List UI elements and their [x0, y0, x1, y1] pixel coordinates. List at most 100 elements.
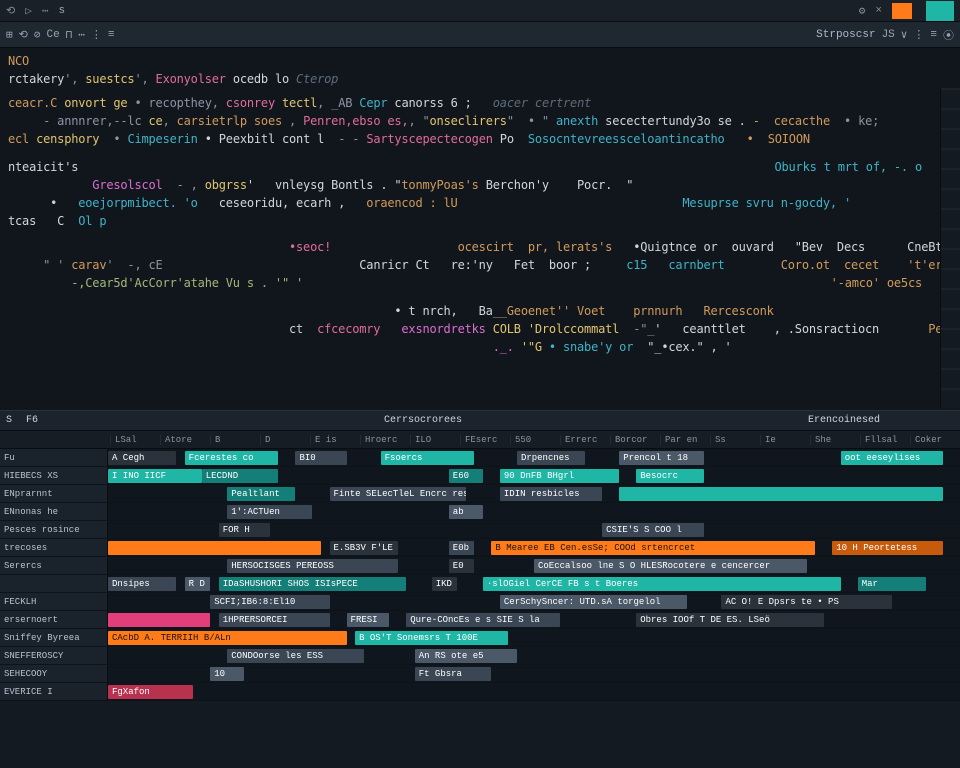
menu-icon[interactable]: ≡ [108, 29, 115, 41]
timeline-bar[interactable]: oot eeseylises [841, 451, 943, 465]
chevron-down-icon[interactable]: ∨ [901, 28, 908, 42]
record-icon[interactable]: ⦿ [943, 27, 954, 43]
timeline-bar[interactable]: Finte SELecTleL Encrc res [330, 487, 466, 501]
timeline-track[interactable]: HERSOCISGES PEREOSS E0 CoEccalsoo lne S O … [108, 557, 960, 574]
timeline-header-s[interactable]: S [6, 415, 12, 426]
timeline-bar[interactable] [108, 541, 321, 555]
timeline-track[interactable]: Dnsipes R D IDaSHUSHORI SHOS ISIsPECE IKD ·s… [108, 575, 960, 592]
timeline-bar[interactable]: CSIE'S S COO l [602, 523, 704, 537]
timeline-row-label[interactable]: HIEBECS XS [0, 467, 108, 484]
timeline-bar[interactable]: ·slOGiel CerCE FB s t Boeres [483, 577, 841, 591]
timeline-bar[interactable]: IDIN resbicles [500, 487, 602, 501]
timeline-header-f[interactable]: F6 [26, 415, 38, 426]
hdots-icon[interactable]: ⋯ [78, 28, 85, 42]
timeline-row-label[interactable]: ersernoert [0, 611, 108, 628]
timeline-bar[interactable]: IKD [432, 577, 458, 591]
timeline-bar[interactable]: B OS'T Sonemsrs T 100E [355, 631, 508, 645]
timeline-bar[interactable]: An RS ote e5 [415, 649, 517, 663]
timeline-bar[interactable]: Prencol t 18 [619, 451, 704, 465]
timeline-track[interactable]: CAcbD A. TERRIIH B/ALn B OS'T Sonemsrs T … [108, 629, 960, 646]
timeline-row-label[interactable]: FECKLH [0, 593, 108, 610]
timeline-bar[interactable]: E0 [449, 559, 475, 573]
timeline-bar[interactable]: Mar [858, 577, 926, 591]
timeline-bar[interactable]: 10 H Peortetess [832, 541, 943, 555]
timeline-bar[interactable]: 10 [210, 667, 244, 681]
timeline-track[interactable]: 10 Ft Gbsra [108, 665, 960, 682]
refresh-icon[interactable]: ⟲ [6, 4, 15, 18]
timeline-bar[interactable]: FRESI [347, 613, 390, 627]
timeline-row-label[interactable]: Serercs [0, 557, 108, 574]
timeline-bar[interactable]: E.SB3V F'LE [330, 541, 398, 555]
timeline-bar[interactable]: E0b [449, 541, 475, 555]
language-badge[interactable]: JS [882, 29, 895, 41]
timeline-row-label[interactable]: SEHECOOY [0, 665, 108, 682]
reload-icon[interactable]: ⟲ [19, 28, 28, 42]
timeline-row-label[interactable]: ENprarnnt [0, 485, 108, 502]
timeline-track[interactable]: E.SB3V F'LE E0b B Mearee EB Cen.esSe; COOd… [108, 539, 960, 556]
timeline-row-label[interactable]: trecoses [0, 539, 108, 556]
timeline-row-label[interactable]: Fu [0, 449, 108, 466]
timeline-track[interactable]: SCFI;IB6:8:El10 CerSchySncer: UTD.sA torg… [108, 593, 960, 610]
timeline-bar[interactable] [108, 613, 210, 627]
timeline-bar[interactable]: FOR H [219, 523, 270, 537]
timeline-bar[interactable]: CAcbD A. TERRIIH B/ALn [108, 631, 347, 645]
kebab-icon[interactable]: ⋮ [913, 28, 924, 42]
timeline-bar[interactable]: IDaSHUSHORI SHOS ISIsPECE [219, 577, 406, 591]
timeline-bar[interactable]: AC O! E Dpsrs te • PS [721, 595, 891, 609]
timeline-bar[interactable]: HERSOCISGES PEREOSS [227, 559, 397, 573]
timeline-bar[interactable]: SCFI;IB6:8:El10 [210, 595, 329, 609]
code-editor[interactable]: NCO rctakery', suestcs', Exonyolser oced… [0, 48, 960, 410]
timeline-bar[interactable]: Besocrc [636, 469, 704, 483]
timeline-body[interactable]: FuA CeghFcerestes coBI0FsoercsDrpencnesP… [0, 449, 960, 768]
timeline-bar[interactable]: LECDND [202, 469, 279, 483]
timeline-ruler[interactable]: LSalAtoreBDE isHroercILOFEserc550ErrercB… [0, 431, 960, 449]
close-icon[interactable]: × [875, 5, 882, 17]
timeline-track[interactable]: 1':ACTUen ab [108, 503, 960, 520]
timeline-row-label[interactable]: Sniffey Byreea [0, 629, 108, 646]
play-icon[interactable]: ▷ [25, 4, 32, 18]
timeline-bar[interactable]: B Mearee EB Cen.esSe; COOd srtencrcet [491, 541, 815, 555]
timeline-bar[interactable]: Pealtlant [227, 487, 295, 501]
timeline-bar[interactable]: Obres IOOf T DE ES. LSeö [636, 613, 823, 627]
timeline-row-label[interactable]: SNEFFEROSCY [0, 647, 108, 664]
block-icon[interactable]: ⊘ [34, 28, 41, 42]
vdots-icon[interactable]: ⋮ [91, 28, 102, 42]
timeline-bar[interactable]: CONDOorse les ESS [227, 649, 363, 663]
timeline-row-label[interactable]: EVERICE I [0, 683, 108, 700]
timeline-bar[interactable]: CerSchySncer: UTD.sA torgelol [500, 595, 687, 609]
timeline-bar[interactable]: Fsoercs [381, 451, 475, 465]
timeline-track[interactable]: FgXafon [108, 683, 960, 700]
timeline-bar[interactable]: E60 [449, 469, 483, 483]
timeline-track[interactable]: CONDOorse les ESS An RS ote e5 [108, 647, 960, 664]
timeline-bar[interactable]: Ft Gbsra [415, 667, 492, 681]
timeline-bar[interactable]: Qure-COncEs e s SIE S la [406, 613, 559, 627]
minimap[interactable] [940, 88, 960, 408]
timeline-track[interactable]: I INO IICFLECDND E60 90 DnFB BHgrl Besocrc [108, 467, 960, 484]
timeline-bar[interactable]: I INO IICF [108, 469, 202, 483]
timeline-bar[interactable]: ab [449, 505, 483, 519]
settings-icon[interactable]: ⚙ [859, 4, 866, 18]
side-tab[interactable] [926, 1, 954, 21]
timeline-bar[interactable]: BI0 [295, 451, 346, 465]
grid-icon[interactable]: ⊞ [6, 28, 13, 42]
timeline-bar[interactable]: 1':ACTUen [227, 505, 312, 519]
timeline-bar[interactable]: 1HPRERSORCEI [219, 613, 330, 627]
more-icon[interactable]: ⋯ [42, 4, 49, 18]
stop-icon[interactable]: ⊓ [66, 28, 73, 42]
timeline-row-label[interactable]: ENnonas he [0, 503, 108, 520]
timeline-bar[interactable]: Fcerestes co [185, 451, 279, 465]
timeline-bar[interactable]: R D [185, 577, 211, 591]
timeline-bar[interactable]: CoEccalsoo lne S O HLESRocotere e cencer… [534, 559, 807, 573]
timeline-track[interactable]: FOR H CSIE'S S COO l [108, 521, 960, 538]
timeline-bar[interactable]: A Cegh [108, 451, 176, 465]
timeline-row-label[interactable] [0, 575, 108, 592]
timeline-bar[interactable]: 90 DnFB BHgrl [500, 469, 619, 483]
lines-icon[interactable]: ≡ [930, 29, 937, 41]
timeline-track[interactable]: Pealtlant Finte SELecTleL Encrc res IDIN r… [108, 485, 960, 502]
timeline-track[interactable]: 1HPRERSORCEI FRESI Qure-COncEs e s SIE S l… [108, 611, 960, 628]
timeline-row-label[interactable]: Pesces rosince [0, 521, 108, 538]
timeline-bar[interactable]: Dnsipes [108, 577, 176, 591]
timeline-bar[interactable] [619, 487, 943, 501]
timeline-bar[interactable]: FgXafon [108, 685, 193, 699]
timeline-track[interactable]: A CeghFcerestes coBI0FsoercsDrpencnesPre… [108, 449, 960, 466]
